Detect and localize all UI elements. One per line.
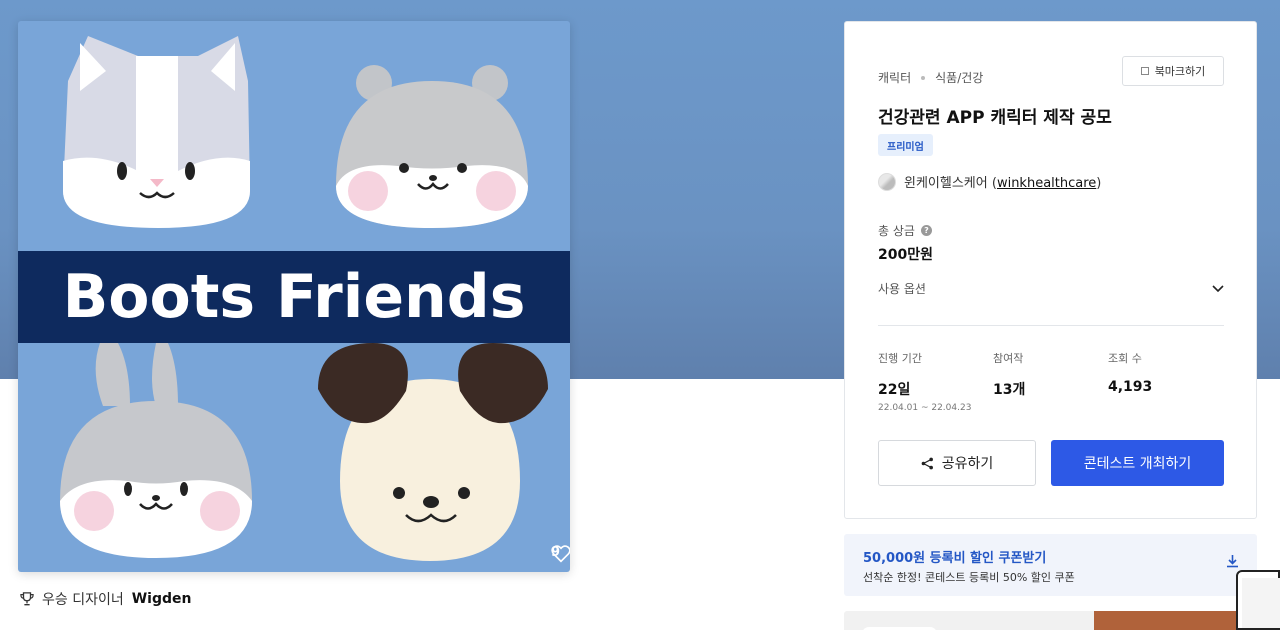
trophy-icon [20,592,34,606]
stat-views: 조회 수 4,193 [1108,350,1152,395]
prize-label: 총 상금 ? [878,222,932,239]
heart-icon [551,545,570,563]
winner-name[interactable]: Wigden [132,591,192,607]
share-label: 공유하기 [941,456,994,472]
premium-badge: 프리미엄 [878,134,933,156]
host-avatar [878,172,896,191]
promo-image [1094,611,1257,630]
phone-screen [1242,578,1280,628]
contest-artwork[interactable]: Boots Friends 9 [18,21,570,572]
artwork-banner: Boots Friends [18,251,570,343]
host-name-line: 윈케이헬스케어 (winkhealthcare) [904,176,1102,191]
period-value: 22일 [878,382,911,398]
hamster-character [336,65,528,228]
coupon-subtitle: 선착순 한정! 콘테스트 등록비 50% 할인 쿠폰 [863,571,1075,584]
winner-label: 우승 디자이너 [42,592,124,608]
share-icon [921,457,933,469]
host-info[interactable]: 윈케이헬스케어 (winkhealthcare) [878,172,1101,191]
help-icon[interactable]: ? [920,225,932,236]
coupon-title: 50,000원 등록비 할인 쿠폰받기 [863,551,1047,566]
winner-designer: 우승 디자이너 Wigden [20,589,191,609]
phone-mockup-image [1236,570,1280,630]
period-range: 22.04.01 ~ 22.04.23 [878,403,972,413]
stat-period: 진행 기간 22일 22.04.01 ~ 22.04.23 [878,350,971,413]
bookmark-label: 북마크하기 [1154,65,1206,78]
rabbit-character [60,343,252,558]
chevron-down-icon [1212,284,1224,292]
contest-title: 건강관련 APP 캐릭터 제작 공모 [878,108,1112,128]
bookmark-icon [1140,67,1149,75]
like-button[interactable]: 9 [551,545,570,563]
artwork-title: Boots Friends [62,262,526,332]
bookmark-button[interactable]: 북마크하기 [1122,56,1224,86]
breadcrumb-separator [921,75,926,80]
coupon-banner[interactable]: 50,000원 등록비 할인 쿠폰받기 선착순 한정! 콘테스트 등록비 50%… [844,534,1257,596]
category-link[interactable]: 캐릭터 [878,69,911,86]
host-name: 윈케이헬스케어 [904,176,988,191]
stat-participants: 참여작 13개 [993,350,1025,399]
options-dropdown[interactable]: 사용 옵션 [878,280,1224,297]
cat-character [63,36,250,228]
share-button[interactable]: 공유하기 [878,440,1036,486]
prize-value: 200만원 [878,247,933,263]
download-icon[interactable] [1226,554,1239,568]
dog-character [318,343,548,561]
participants-label: 참여작 [993,352,1024,365]
category-breadcrumb: 캐릭터 식품/건강 [878,69,983,86]
contest-info-panel: 캐릭터 식품/건강 북마크하기 건강관련 APP 캐릭터 제작 공모 프리미엄 … [844,21,1257,519]
options-label: 사용 옵션 [878,282,926,296]
promo-banner[interactable] [844,611,1257,630]
divider [878,325,1224,326]
prize-label-text: 총 상금 [878,224,915,238]
views-value: 4,193 [1108,379,1153,395]
subcategory-link[interactable]: 식품/건강 [935,69,983,86]
period-label: 진행 기간 [878,352,922,365]
host-id[interactable]: winkhealthcare [997,176,1096,191]
views-label: 조회 수 [1108,352,1142,365]
host-contest-button[interactable]: 콘테스트 개최하기 [1051,440,1224,486]
participants-value: 13개 [993,382,1026,398]
